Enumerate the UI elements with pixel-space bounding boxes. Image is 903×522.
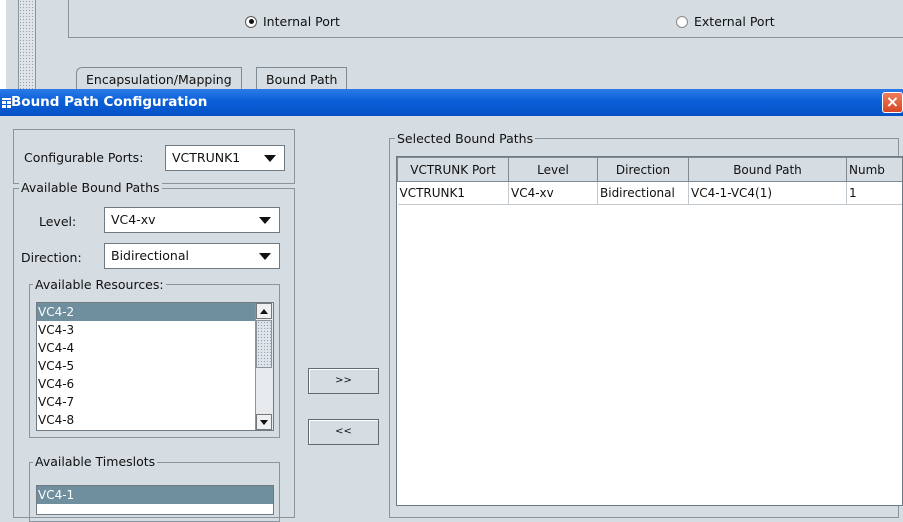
close-icon: ×: [886, 92, 899, 111]
column-header-direction[interactable]: Direction: [598, 158, 689, 182]
radio-unselected-icon: [676, 16, 688, 28]
level-dropdown[interactable]: VC4-xv: [104, 207, 280, 233]
chevron-down-icon: [259, 253, 271, 260]
configurable-ports-label: Configurable Ports:: [24, 150, 143, 165]
dialog-title-bar[interactable]: Bound Path Configuration ×: [0, 89, 903, 116]
radio-selected-icon: [245, 16, 257, 28]
level-value: VC4-xv: [111, 212, 156, 227]
cell-vctrunk-port: VCTRUNK1: [398, 182, 509, 205]
list-item[interactable]: VC4-1: [37, 486, 273, 504]
table-header-row: VCTRUNK Port Level Direction Bound Path …: [398, 158, 903, 182]
add-bound-path-button[interactable]: >>: [308, 368, 379, 394]
resources-scrollbar[interactable]: [255, 303, 273, 430]
selected-bound-paths-table-container: VCTRUNK Port Level Direction Bound Path …: [396, 156, 903, 506]
scroll-down-button[interactable]: [256, 414, 272, 430]
port-selection-panel: [68, 0, 903, 38]
column-header-level[interactable]: Level: [509, 158, 598, 182]
configurable-ports-value: VCTRUNK1: [172, 150, 240, 165]
cell-level: VC4-xv: [509, 182, 598, 205]
list-item[interactable]: VC4-2: [37, 303, 255, 321]
available-bound-paths-title: Available Bound Paths: [19, 180, 162, 195]
close-button[interactable]: ×: [882, 92, 903, 113]
chevron-down-icon: [259, 217, 271, 224]
list-item[interactable]: VC4-6: [37, 375, 255, 393]
selected-bound-paths-title: Selected Bound Paths: [395, 131, 535, 146]
list-item[interactable]: VC4-8: [37, 411, 255, 429]
list-item[interactable]: VC4-3: [37, 321, 255, 339]
external-port-label: External Port: [694, 14, 775, 29]
available-timeslots-list[interactable]: VC4-1: [36, 485, 274, 515]
scroll-up-button[interactable]: [256, 303, 272, 319]
column-header-number[interactable]: Numb: [847, 158, 903, 182]
table-row[interactable]: VCTRUNK1 VC4-xv Bidirectional VC4-1-VC4(…: [398, 182, 903, 205]
list-item[interactable]: VC4-5: [37, 357, 255, 375]
scroll-thumb[interactable]: [256, 320, 272, 368]
available-resources-title: Available Resources:: [33, 277, 166, 292]
background-left-edge: [0, 0, 6, 90]
available-timeslots-title: Available Timeslots: [33, 454, 157, 469]
internal-port-label: Internal Port: [263, 14, 340, 29]
external-port-radio[interactable]: External Port: [676, 14, 775, 29]
dialog-body: Configurable Ports: VCTRUNK1 Available B…: [0, 116, 903, 506]
column-header-vctrunk-port[interactable]: VCTRUNK Port: [398, 158, 509, 182]
chevron-down-icon: [264, 155, 276, 162]
available-resources-list[interactable]: VC4-2 VC4-3 VC4-4 VC4-5 VC4-6 VC4-7 VC4-…: [36, 302, 274, 431]
arrow-down-icon: [260, 420, 268, 425]
level-label: Level:: [39, 214, 76, 229]
configurable-ports-dropdown[interactable]: VCTRUNK1: [165, 145, 285, 171]
direction-label: Direction:: [21, 250, 82, 265]
tab-bound-path[interactable]: Bound Path: [256, 67, 347, 89]
arrow-up-icon: [260, 309, 268, 314]
cell-number: 1: [847, 182, 903, 205]
column-header-bound-path[interactable]: Bound Path: [689, 158, 847, 182]
direction-value: Bidirectional: [111, 248, 189, 263]
selected-bound-paths-table: VCTRUNK Port Level Direction Bound Path …: [397, 157, 903, 205]
background-window: Internal Port External Port Encapsulatio…: [0, 0, 903, 90]
background-scrollbar[interactable]: [18, 0, 36, 90]
list-item[interactable]: VC4-7: [37, 393, 255, 411]
available-resources-rows: VC4-2 VC4-3 VC4-4 VC4-5 VC4-6 VC4-7 VC4-…: [37, 303, 255, 429]
internal-port-radio[interactable]: Internal Port: [245, 14, 340, 29]
cell-bound-path: VC4-1-VC4(1): [689, 182, 847, 205]
tab-encapsulation-mapping[interactable]: Encapsulation/Mapping: [76, 67, 242, 89]
direction-dropdown[interactable]: Bidirectional: [104, 243, 280, 269]
window-icon: [2, 98, 11, 108]
cell-direction: Bidirectional: [598, 182, 689, 205]
remove-bound-path-button[interactable]: <<: [308, 419, 379, 445]
list-item[interactable]: VC4-4: [37, 339, 255, 357]
dialog-title: Bound Path Configuration: [11, 94, 207, 110]
